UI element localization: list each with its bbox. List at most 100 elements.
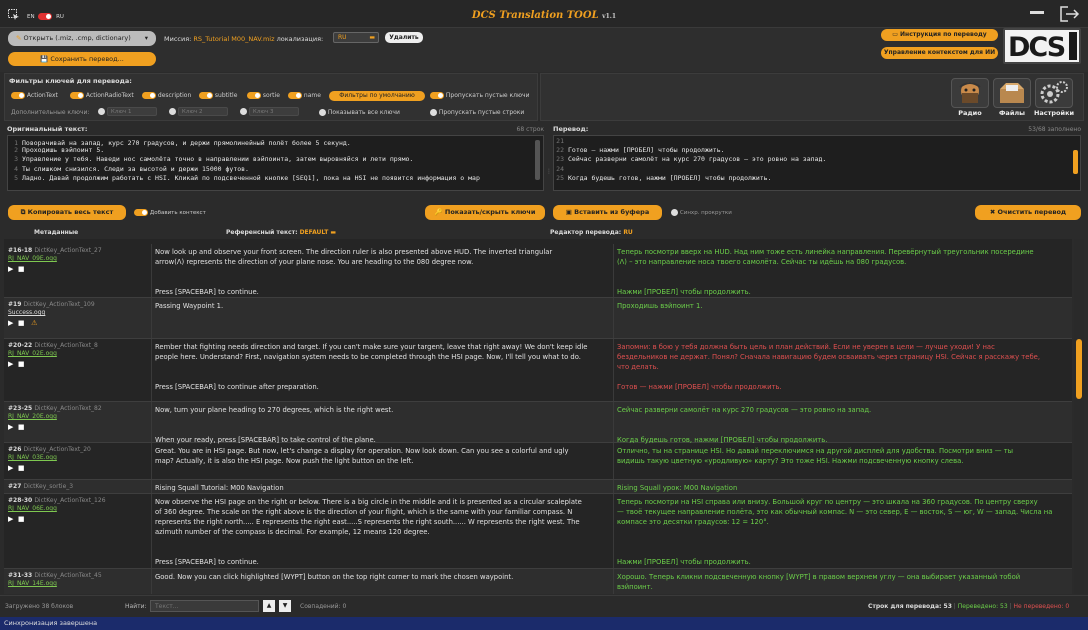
translation-scrollbar[interactable]	[1073, 150, 1078, 174]
extra-key-2[interactable]: Ключ 2	[169, 107, 228, 116]
translation-cell[interactable]: Rising Squall урок: M00 Navigation	[614, 480, 1072, 493]
play-icon[interactable]: ▶	[8, 265, 13, 273]
original-line: Ладно. Давай продолжим работать с HSI. К…	[22, 174, 480, 183]
stop-icon[interactable]: ■	[18, 360, 25, 368]
delete-button[interactable]: Удалить	[385, 32, 423, 43]
play-icon[interactable]: ▶	[8, 515, 13, 523]
eraser-icon: ✖	[989, 208, 998, 216]
row-key: DictKey_ActionText_20	[23, 446, 91, 453]
play-icon[interactable]: ▶	[8, 360, 13, 368]
toggle-keys-button[interactable]: 🔑 Показать/скрыть ключи	[425, 205, 545, 220]
original-scrollbar[interactable]	[535, 140, 540, 180]
row-key: DictKey_ActionText_8	[34, 342, 98, 349]
filter-subtitle[interactable]: subtitle	[199, 92, 237, 99]
find-prev-button[interactable]: ▲	[263, 600, 275, 612]
table-row[interactable]: #23-25 DictKey_ActionText_82 RJ_NAV_20E.o…	[4, 402, 1072, 444]
stop-icon[interactable]: ■	[18, 464, 25, 472]
gear-icon	[1040, 81, 1068, 104]
instructions-label: Инструкция по переводу	[900, 31, 987, 38]
find-next-button[interactable]: ▼	[279, 600, 291, 612]
add-context-toggle[interactable]: Добавить контекст	[134, 209, 206, 216]
default-filters-button[interactable]: Фильтры по умолчанию	[329, 91, 425, 101]
copy-all-button[interactable]: ⧉ Копировать весь текст	[8, 205, 126, 220]
table-scrollbar-thumb[interactable]	[1076, 339, 1082, 399]
row-key: DictKey_sortie_3	[23, 483, 74, 490]
original-text-editor[interactable]: 1 Поворачивай на запад, курс 270 градусов…	[7, 135, 544, 191]
extra-key-1[interactable]: Ключ 1	[98, 107, 157, 116]
translation-cell[interactable]: Отлично, ты на странице HSI. Но давай пе…	[614, 443, 1072, 479]
stop-icon[interactable]: ■	[18, 319, 25, 327]
paste-button[interactable]: ▣ Вставить из буфера	[553, 205, 662, 220]
stop-icon[interactable]: ■	[18, 423, 25, 431]
save-translation-button[interactable]: 💾 Сохранить перевод...	[8, 52, 156, 66]
locale-select[interactable]: RU ▬	[333, 32, 379, 43]
filter-actiontext[interactable]: ActionText	[11, 92, 58, 99]
reference-text-cell: Good. Now you can click highlighted [WYP…	[152, 569, 614, 594]
translation-cell[interactable]: Теперь посмотри на HSI справа или внизу.…	[614, 494, 1072, 568]
loaded-blocks-count: Загружено 38 блоков	[5, 603, 74, 610]
stop-icon[interactable]: ■	[18, 515, 25, 523]
settings-button[interactable]	[1035, 78, 1073, 108]
audio-file-link[interactable]: RJ_NAV_06E.ogg	[8, 505, 151, 512]
minimize-icon[interactable]	[1030, 11, 1044, 14]
row-id: #28-30	[8, 497, 33, 504]
settings-label: Настройки	[1033, 109, 1075, 117]
reference-text-cell: Rember that fighting needs direction and…	[152, 339, 614, 401]
filter-actionradiotext[interactable]: ActionRadioText	[70, 92, 134, 99]
translated-count: Переведено: 53	[957, 603, 1008, 610]
radio-button[interactable]	[951, 78, 989, 108]
clear-translation-button[interactable]: ✖ Очистить перевод	[975, 205, 1081, 220]
table-row[interactable]: #31-33 DictKey_ActionText_45 RJ_NAV_14E.o…	[4, 569, 1072, 594]
filter-description[interactable]: description	[142, 92, 191, 99]
sync-scroll-toggle[interactable]: Синхр. прокрутки	[671, 209, 732, 216]
translation-editor-label: Редактор перевода:	[550, 229, 622, 236]
radio-label: Радио	[958, 109, 982, 117]
audio-file-link[interactable]: Success.ogg	[8, 309, 151, 316]
book-icon: ▭	[892, 31, 901, 38]
show-all-keys-toggle[interactable]: Показывать все ключи	[319, 109, 400, 116]
original-line: Ты слишком снизился. Следи за высотой и …	[22, 164, 249, 173]
translation-cell[interactable]: Хорошо. Теперь кликни подсвеченную кнопк…	[614, 569, 1072, 594]
files-button[interactable]	[993, 78, 1031, 108]
translation-cell[interactable]: Сейчас разверни самолёт на курс 270 град…	[614, 402, 1072, 444]
skip-empty-lines-toggle[interactable]: Пропускать пустые строки	[430, 109, 524, 116]
find-input[interactable]	[150, 600, 259, 612]
audio-file-link[interactable]: RJ_NAV_20E.ogg	[8, 413, 151, 420]
skip-empty-keys-toggle[interactable]: Пропускать пустые ключи	[430, 92, 529, 99]
translation-cell[interactable]: Запомни: в бою у тебя должна быть цель и…	[614, 339, 1072, 401]
translation-text-editor[interactable]: 21 22 Готов — нажми [ПРОБЕЛ] чтобы продол…	[553, 135, 1081, 191]
audio-file-link[interactable]: RJ_NAV_09E.ogg	[8, 255, 151, 262]
audio-file-link[interactable]: RJ_NAV_03E.ogg	[8, 454, 151, 461]
table-row[interactable]: #20-22 DictKey_ActionText_8 RJ_NAV_02E.og…	[4, 339, 1072, 402]
splitter-handle[interactable]: ⋮	[546, 168, 552, 180]
toolbar: ✎ Открыть (.miz, .cmp, dictionary) ▾ 💾 Со…	[0, 28, 1088, 72]
chevron-down-icon[interactable]: ▬	[330, 229, 336, 236]
instructions-button[interactable]: ▭ Инструкция по переводу	[881, 29, 998, 41]
table-row[interactable]: #26 DictKey_ActionText_20 RJ_NAV_03E.ogg ▶…	[4, 443, 1072, 480]
translation-label: Перевод:	[553, 125, 589, 133]
play-icon[interactable]: ▶	[8, 423, 13, 431]
ai-context-button[interactable]: Управление контекстом для ИИ	[881, 47, 998, 59]
play-icon[interactable]: ▶	[8, 319, 13, 327]
extra-key-3[interactable]: Ключ 3	[240, 107, 299, 116]
filter-sortie[interactable]: sortie	[247, 92, 280, 99]
table-scrollbar[interactable]	[1074, 239, 1084, 594]
table-row[interactable]: #19 DictKey_ActionText_109 Success.ogg ▶ ■…	[4, 298, 1072, 339]
reference-select[interactable]: DEFAULT	[300, 229, 329, 236]
filter-name[interactable]: name	[288, 92, 321, 99]
translation-cell[interactable]: Проходишь вэйпоинт 1.	[614, 298, 1072, 338]
files-label: Файлы	[998, 109, 1026, 117]
chevron-down-icon: ▬	[369, 34, 375, 41]
folder-icon: ✎	[16, 34, 24, 42]
audio-file-link[interactable]: RJ_NAV_02E.ogg	[8, 350, 151, 357]
exit-icon[interactable]	[1058, 5, 1080, 23]
table-row[interactable]: #28-30 DictKey_ActionText_126 RJ_NAV_06E.…	[4, 494, 1072, 569]
table-row[interactable]: #16-18 DictKey_ActionText_27 RJ_NAV_09E.o…	[4, 244, 1072, 298]
stop-icon[interactable]: ■	[18, 265, 25, 273]
translation-cell[interactable]: Теперь посмотри вверх на HUD. Над ним то…	[614, 244, 1072, 297]
table-row[interactable]: #27 DictKey_sortie_3 Rising Squall Tutor…	[4, 480, 1072, 494]
reference-text-label: Референсный текст:	[226, 229, 298, 236]
audio-file-link[interactable]: RJ_NAV_14E.ogg	[8, 580, 151, 587]
play-icon[interactable]: ▶	[8, 464, 13, 472]
open-button[interactable]: ✎ Открыть (.miz, .cmp, dictionary) ▾	[8, 31, 156, 46]
